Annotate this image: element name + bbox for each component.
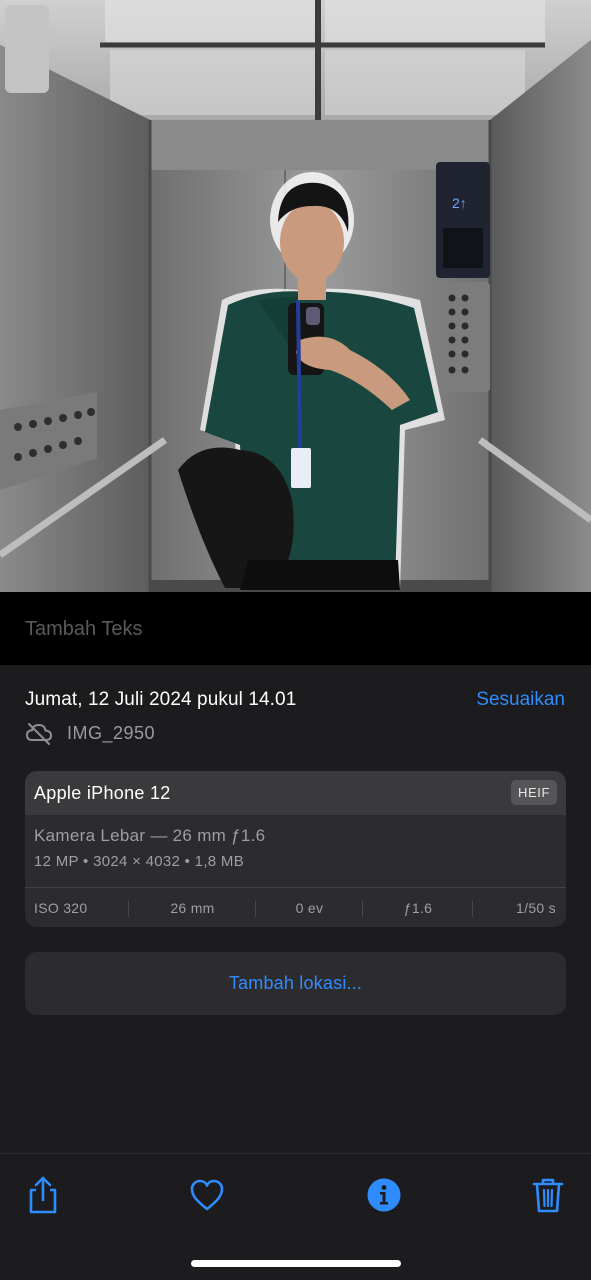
selfie-photo: 2↑ — [0, 0, 591, 592]
exif-aperture: ƒ1.6 — [363, 900, 473, 917]
photo-datetime: Jumat, 12 Juli 2024 pukul 14.01 — [25, 689, 297, 710]
add-location-label: Tambah lokasi... — [228, 973, 363, 993]
lens-info: Kamera Lebar — 26 mm ƒ1.6 — [34, 826, 266, 845]
info-icon — [367, 1178, 401, 1212]
favorite-button[interactable] — [187, 1175, 227, 1215]
delete-button[interactable] — [528, 1175, 568, 1215]
add-location-button[interactable]: Tambah lokasi... — [25, 952, 566, 1015]
device-name: Apple iPhone 12 — [34, 783, 171, 803]
svg-text:2↑: 2↑ — [452, 195, 467, 211]
adjust-button[interactable]: Sesuaikan — [476, 689, 565, 711]
exif-iso: ISO 320 — [25, 900, 129, 917]
image-specs: 12 MP • 3024 × 4032 • 1,8 MB — [34, 853, 245, 870]
trash-icon — [532, 1178, 564, 1213]
heart-icon — [190, 1179, 224, 1211]
home-indicator[interactable] — [191, 1260, 401, 1267]
format-badge: HEIF — [510, 780, 557, 805]
cloud-off-icon — [25, 721, 53, 745]
exif-exposure: 0 ev — [256, 900, 363, 917]
file-row: IMG_2950 — [25, 719, 155, 747]
photo-view[interactable]: 2↑ — [0, 0, 591, 592]
exif-focal-length: 26 mm — [129, 900, 256, 917]
share-button[interactable] — [23, 1175, 63, 1215]
exif-row: ISO 320 26 mm 0 ev ƒ1.6 1/50 s — [25, 887, 566, 927]
file-name: IMG_2950 — [67, 722, 156, 743]
add-text-field[interactable]: Tambah Teks — [25, 618, 142, 641]
exif-shutter: 1/50 s — [516, 899, 556, 916]
share-icon — [29, 1176, 57, 1214]
device-info-card: Apple iPhone 12 HEIF Kamera Lebar — 26 m… — [25, 771, 566, 927]
device-card-header: Apple iPhone 12 HEIF — [25, 771, 566, 815]
info-button[interactable] — [364, 1175, 404, 1215]
